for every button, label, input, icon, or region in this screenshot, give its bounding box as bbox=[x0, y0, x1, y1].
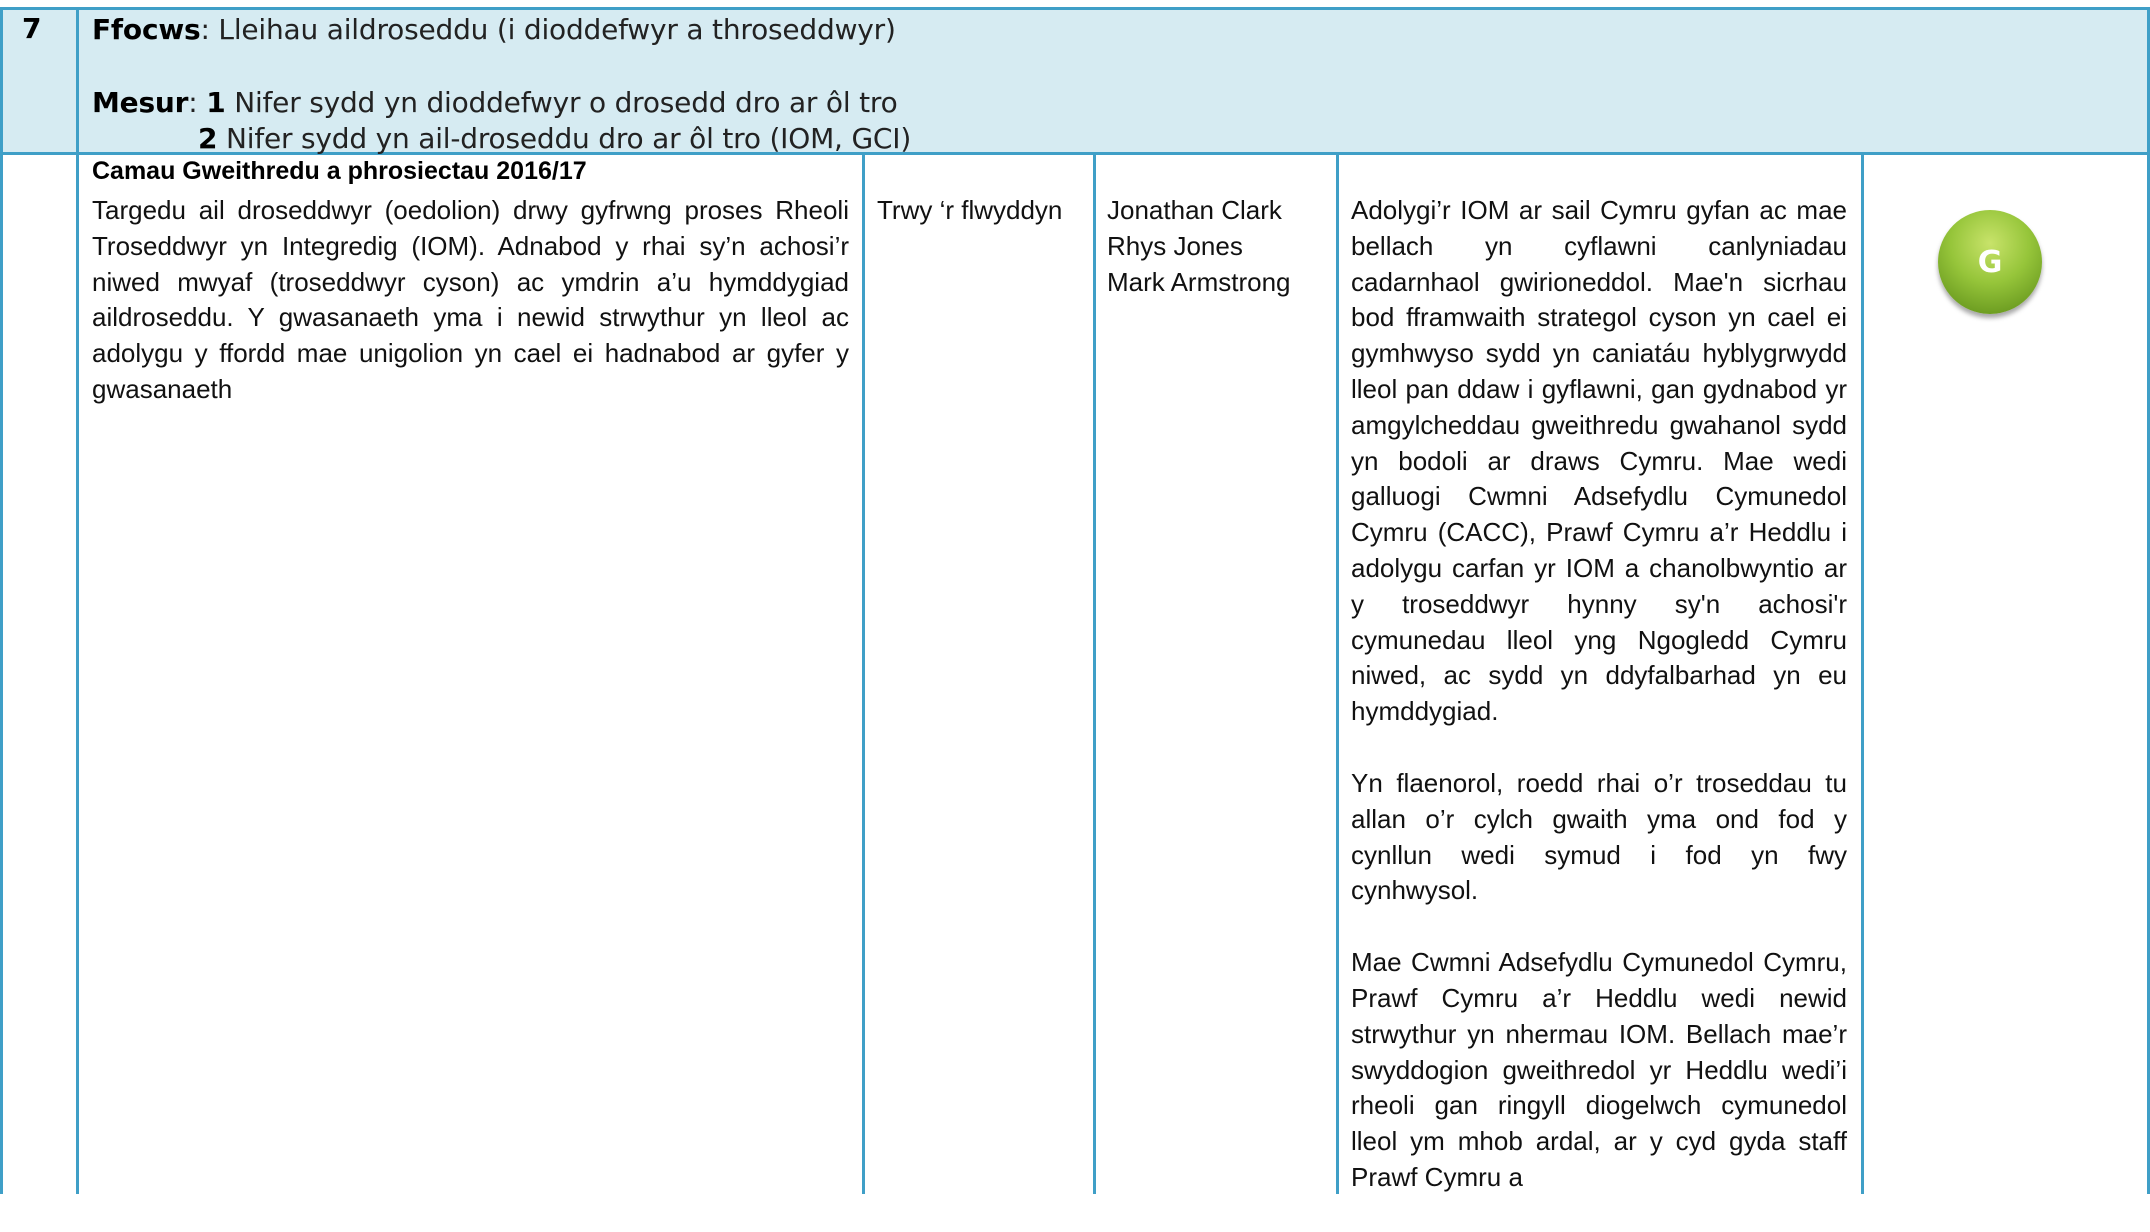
column-divider bbox=[1861, 152, 1864, 1194]
row-number: 7 bbox=[22, 12, 42, 45]
focus-text: Lleihau aildroseddu (i dioddefwyr a thro… bbox=[218, 13, 896, 46]
measure-line-1: Mesur: 1 Nifer sydd yn dioddefwyr o dros… bbox=[92, 86, 898, 119]
lead-officers: Jonathan Clark Rhys Jones Mark Armstrong bbox=[1107, 193, 1291, 300]
timescale: Trwy ‘r flwyddyn bbox=[877, 195, 1063, 225]
progress-paragraph: Mae Cwmni Adsefydlu Cymunedol Cymru, Pra… bbox=[1351, 947, 1847, 1192]
measure-number: 2 bbox=[198, 122, 218, 155]
column-divider bbox=[76, 7, 79, 1194]
lead-name: Rhys Jones bbox=[1107, 230, 1243, 261]
table-left-border bbox=[0, 7, 3, 1194]
measure-line-2: 2 Nifer sydd yn ail-droseddu dro ar ôl t… bbox=[198, 122, 911, 155]
focus-line: Ffocws: Lleihau aildroseddu (i dioddefwy… bbox=[92, 13, 896, 46]
column-divider bbox=[862, 152, 865, 1194]
lead-name: Jonathan Clark bbox=[1107, 195, 1282, 225]
status-letter: G bbox=[1977, 244, 2003, 280]
lead-name: Mark Armstrong bbox=[1107, 266, 1291, 297]
column-divider bbox=[1336, 152, 1339, 1194]
measure-text: Nifer sydd yn dioddefwyr o drosedd dro a… bbox=[234, 86, 898, 119]
progress-update: Adolygi’r IOM ar sail Cymru gyfan ac mae… bbox=[1351, 193, 1847, 1232]
measure-text: Nifer sydd yn ail-droseddu dro ar ôl tro… bbox=[226, 122, 912, 155]
focus-label: Ffocws bbox=[92, 13, 201, 46]
column-divider bbox=[1093, 152, 1096, 1194]
measure-label: Mesur bbox=[92, 86, 189, 119]
table-top-border bbox=[0, 7, 2150, 10]
status-rag-badge: G bbox=[1938, 210, 2042, 314]
progress-paragraph: Yn flaenorol, roedd rhai o’r troseddau t… bbox=[1351, 767, 1847, 906]
measure-number: 1 bbox=[206, 86, 226, 119]
action-plan-table: 7 Ffocws: Lleihau aildroseddu (i dioddef… bbox=[0, 0, 2150, 1194]
action-description: Targedu ail droseddwyr (oedolion) drwy g… bbox=[92, 195, 849, 404]
section-title: Camau Gweithredu a phrosiectau 2016/17 bbox=[92, 157, 587, 185]
progress-paragraph: Adolygi’r IOM ar sail Cymru gyfan ac mae… bbox=[1351, 195, 1847, 727]
